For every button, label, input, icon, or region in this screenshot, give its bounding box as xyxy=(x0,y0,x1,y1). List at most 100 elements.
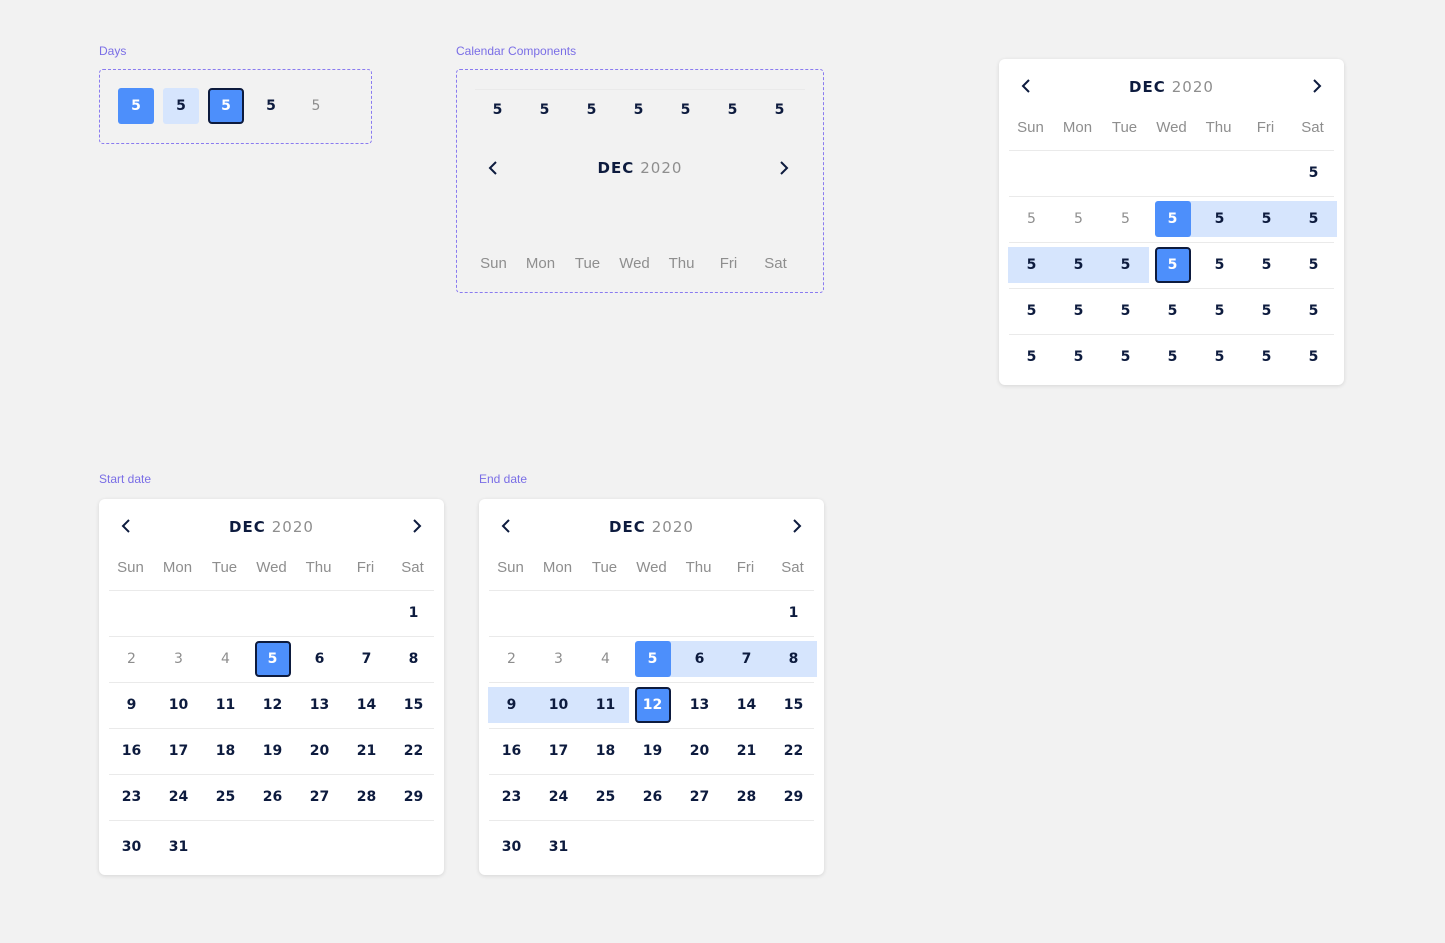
day-cell[interactable]: 24 xyxy=(155,779,202,815)
day-in-range[interactable]: 5 xyxy=(163,88,199,124)
day-cell[interactable]: 27 xyxy=(676,779,723,815)
day-cell[interactable]: 12 xyxy=(629,687,676,723)
day-cell[interactable]: 5 xyxy=(1008,339,1055,375)
day-cell[interactable]: 5 xyxy=(1008,201,1055,237)
day-cell[interactable]: 5 xyxy=(1290,201,1337,237)
component-day[interactable]: 5 xyxy=(756,102,803,118)
day-cell[interactable]: 15 xyxy=(390,687,437,723)
day-cell[interactable]: 4 xyxy=(582,641,629,677)
day-cell[interactable]: 8 xyxy=(390,641,437,677)
day-cell[interactable]: 5 xyxy=(1149,201,1196,237)
day-cell[interactable]: 11 xyxy=(202,687,249,723)
day-cell[interactable]: 5 xyxy=(1243,293,1290,329)
day-cell[interactable]: 28 xyxy=(723,779,770,815)
day-cell[interactable]: 5 xyxy=(1243,247,1290,283)
day-cell[interactable]: 5 xyxy=(1149,339,1196,375)
day-cell[interactable]: 17 xyxy=(535,733,582,769)
day-cell[interactable]: 30 xyxy=(108,829,155,865)
day-cell[interactable]: 25 xyxy=(202,779,249,815)
day-cell[interactable]: 5 xyxy=(1196,293,1243,329)
day-cell[interactable]: 14 xyxy=(343,687,390,723)
day-cell[interactable]: 25 xyxy=(582,779,629,815)
day-cell[interactable]: 5 xyxy=(1149,247,1196,283)
component-day[interactable]: 5 xyxy=(568,102,615,118)
day-cell[interactable]: 5 xyxy=(1102,201,1149,237)
day-cell[interactable]: 5 xyxy=(1196,339,1243,375)
day-cell[interactable]: 19 xyxy=(249,733,296,769)
day-cell[interactable]: 1 xyxy=(770,595,817,631)
day-cell[interactable]: 26 xyxy=(249,779,296,815)
day-cell[interactable]: 7 xyxy=(343,641,390,677)
day-cell[interactable]: 5 xyxy=(1008,247,1055,283)
day-cell[interactable]: 11 xyxy=(582,687,629,723)
day-cell[interactable]: 20 xyxy=(296,733,343,769)
day-cell[interactable]: 6 xyxy=(676,641,723,677)
day-cell[interactable]: 2 xyxy=(108,641,155,677)
day-cell[interactable]: 5 xyxy=(249,641,296,677)
component-day[interactable]: 5 xyxy=(662,102,709,118)
day-cell[interactable]: 5 xyxy=(1196,247,1243,283)
next-month-button[interactable] xyxy=(1305,74,1329,98)
day-cell[interactable]: 13 xyxy=(296,687,343,723)
next-month-button[interactable] xyxy=(785,514,809,538)
day-cell[interactable]: 5 xyxy=(629,641,676,677)
day-cell[interactable]: 5 xyxy=(1149,293,1196,329)
day-cell[interactable]: 18 xyxy=(582,733,629,769)
next-month-button[interactable] xyxy=(772,156,796,180)
day-cell[interactable]: 5 xyxy=(1055,201,1102,237)
day-cell[interactable]: 23 xyxy=(488,779,535,815)
day-cell[interactable]: 5 xyxy=(1102,293,1149,329)
day-cell[interactable]: 5 xyxy=(1290,247,1337,283)
component-day[interactable]: 5 xyxy=(615,102,662,118)
day-cell[interactable]: 5 xyxy=(1196,201,1243,237)
day-cell[interactable]: 22 xyxy=(770,733,817,769)
day-cell[interactable]: 5 xyxy=(1290,293,1337,329)
day-cell[interactable]: 20 xyxy=(676,733,723,769)
day-current[interactable]: 5 xyxy=(208,88,244,124)
day-cell[interactable]: 5 xyxy=(1102,339,1149,375)
day-cell[interactable]: 13 xyxy=(676,687,723,723)
day-cell[interactable]: 8 xyxy=(770,641,817,677)
day-cell[interactable]: 28 xyxy=(343,779,390,815)
day-cell[interactable]: 5 xyxy=(1243,201,1290,237)
day-cell[interactable]: 22 xyxy=(390,733,437,769)
day-cell[interactable]: 19 xyxy=(629,733,676,769)
day-selected[interactable]: 5 xyxy=(118,88,154,124)
next-month-button[interactable] xyxy=(405,514,429,538)
day-cell[interactable]: 16 xyxy=(488,733,535,769)
day-cell[interactable]: 31 xyxy=(155,829,202,865)
day-cell[interactable]: 6 xyxy=(296,641,343,677)
day-cell[interactable]: 21 xyxy=(343,733,390,769)
day-cell[interactable]: 16 xyxy=(108,733,155,769)
day-cell[interactable]: 27 xyxy=(296,779,343,815)
day-cell[interactable]: 26 xyxy=(629,779,676,815)
component-day[interactable]: 5 xyxy=(474,102,521,118)
day-cell[interactable]: 5 xyxy=(1008,293,1055,329)
day-cell[interactable]: 29 xyxy=(390,779,437,815)
day-cell[interactable]: 10 xyxy=(535,687,582,723)
day-cell[interactable]: 12 xyxy=(249,687,296,723)
day-cell[interactable]: 3 xyxy=(155,641,202,677)
day-cell[interactable]: 9 xyxy=(108,687,155,723)
component-day[interactable]: 5 xyxy=(709,102,756,118)
day-cell[interactable]: 18 xyxy=(202,733,249,769)
day-cell[interactable]: 5 xyxy=(1055,339,1102,375)
day-cell[interactable]: 9 xyxy=(488,687,535,723)
day-cell[interactable]: 23 xyxy=(108,779,155,815)
day-default[interactable]: 5 xyxy=(253,88,289,124)
day-cell[interactable]: 24 xyxy=(535,779,582,815)
day-cell[interactable]: 5 xyxy=(1102,247,1149,283)
day-cell[interactable]: 1 xyxy=(390,595,437,631)
day-cell[interactable]: 10 xyxy=(155,687,202,723)
day-cell[interactable]: 31 xyxy=(535,829,582,865)
day-cell[interactable]: 2 xyxy=(488,641,535,677)
day-cell[interactable]: 21 xyxy=(723,733,770,769)
day-cell[interactable]: 30 xyxy=(488,829,535,865)
day-cell[interactable]: 3 xyxy=(535,641,582,677)
day-cell[interactable]: 5 xyxy=(1290,339,1337,375)
day-disabled[interactable]: 5 xyxy=(298,88,334,124)
day-cell[interactable]: 15 xyxy=(770,687,817,723)
day-cell[interactable]: 17 xyxy=(155,733,202,769)
day-cell[interactable]: 5 xyxy=(1243,339,1290,375)
day-cell[interactable]: 14 xyxy=(723,687,770,723)
